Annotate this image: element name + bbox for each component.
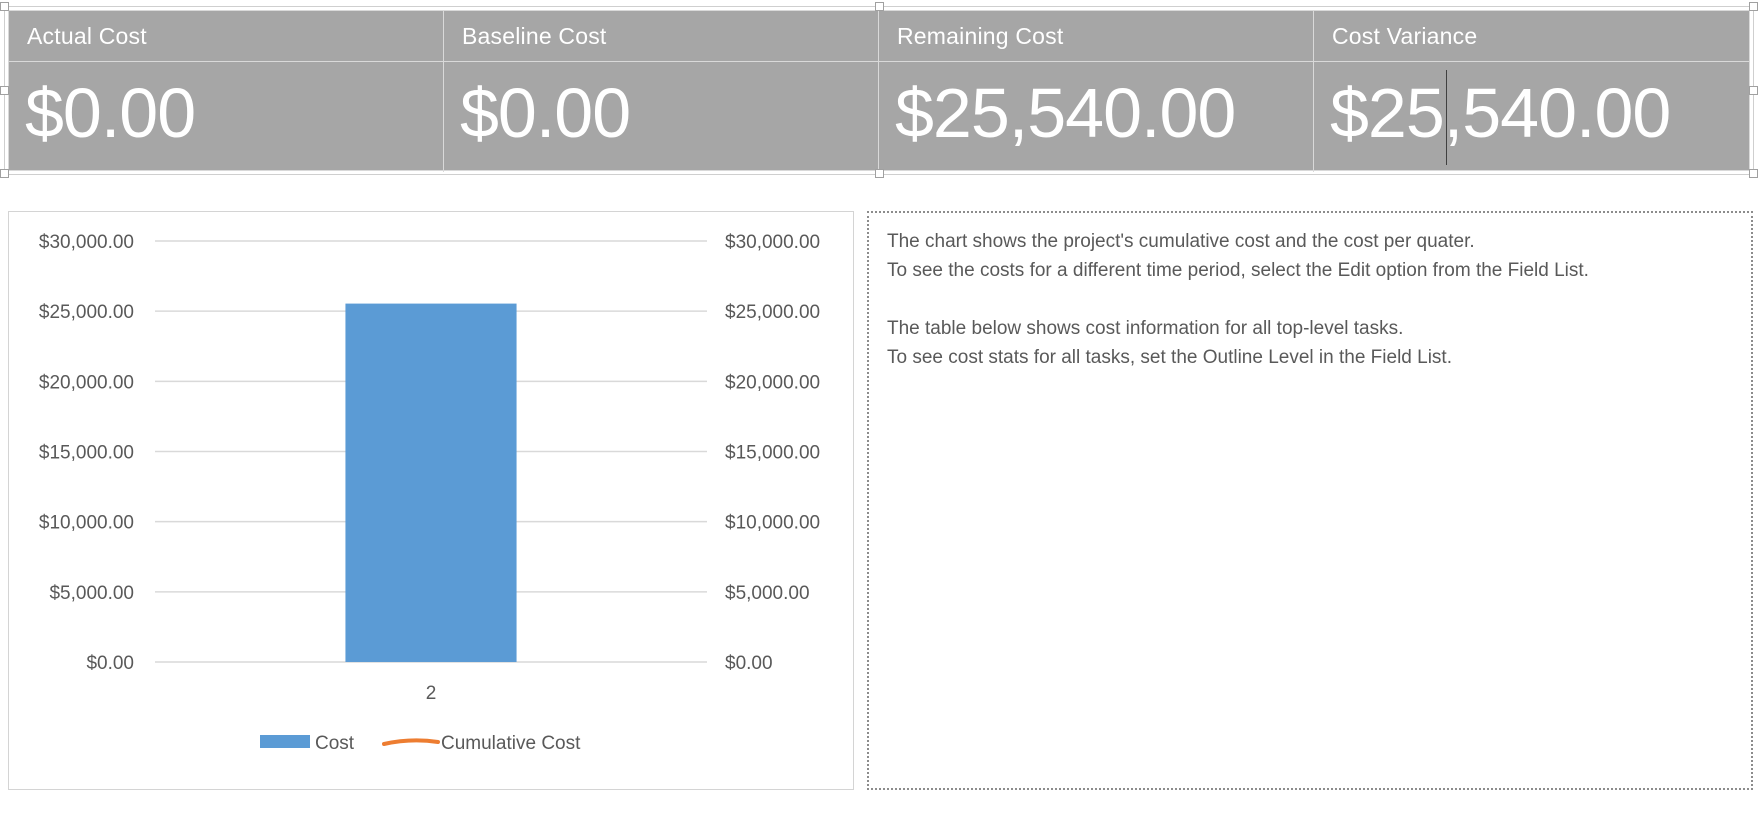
legend-swatch-cost bbox=[260, 735, 310, 748]
resize-handle-bottom-left[interactable] bbox=[0, 169, 9, 178]
cost-chart[interactable]: $0.00 $0.00 $5,000.00 $5,000.00 $10,000.00 $1… bbox=[8, 211, 854, 790]
legend-swatch-cumulative-cost bbox=[382, 738, 440, 746]
resize-handle-top-middle[interactable] bbox=[875, 2, 884, 11]
resize-handle-top-left[interactable] bbox=[0, 2, 9, 11]
resize-handle-top-right[interactable] bbox=[1749, 2, 1758, 11]
actual-cost-header: Actual Cost bbox=[9, 11, 444, 62]
cost-variance-value[interactable]: $25,540.00 bbox=[1314, 62, 1749, 172]
y-axis-left-tick-label: $15,000.00 bbox=[39, 443, 134, 464]
y-axis-right-tick-label: $20,000.00 bbox=[725, 372, 820, 393]
description-line-4: To see cost stats for all tasks, set the… bbox=[887, 347, 1452, 368]
description-text-box[interactable]: The chart shows the project's cumulative… bbox=[867, 211, 1753, 790]
y-axis-left-tick-label: $25,000.00 bbox=[39, 302, 134, 323]
resize-handle-middle-right[interactable] bbox=[1749, 86, 1758, 95]
resize-handle-middle-left[interactable] bbox=[0, 86, 9, 95]
legend-label: Cost bbox=[315, 733, 355, 754]
bar-cost bbox=[345, 303, 517, 662]
y-axis-right-tick-label: $15,000.00 bbox=[725, 443, 820, 464]
x-axis-category-label: 2 bbox=[426, 683, 437, 704]
y-axis-left-tick-label: $5,000.00 bbox=[49, 583, 134, 604]
resize-handle-bottom-middle[interactable] bbox=[875, 169, 884, 178]
description-line-2: To see the costs for a different time pe… bbox=[887, 260, 1589, 281]
text-cursor bbox=[1446, 70, 1447, 165]
description-line-1: The chart shows the project's cumulative… bbox=[887, 231, 1475, 252]
y-axis-left-tick-label: $30,000.00 bbox=[39, 232, 134, 253]
y-axis-right-tick-label: $30,000.00 bbox=[725, 232, 820, 253]
cost-summary-table[interactable]: Actual Cost Baseline Cost Remaining Cost… bbox=[8, 10, 1750, 172]
y-axis-right-tick-label: $25,000.00 bbox=[725, 302, 820, 323]
y-axis-right-tick-label: $0.00 bbox=[725, 653, 773, 674]
actual-cost-value[interactable]: $0.00 bbox=[9, 62, 444, 172]
baseline-cost-value[interactable]: $0.00 bbox=[444, 62, 879, 172]
legend-label: Cumulative Cost bbox=[441, 733, 581, 754]
description-line-3: The table below shows cost information f… bbox=[887, 318, 1404, 339]
remaining-cost-value[interactable]: $25,540.00 bbox=[879, 62, 1314, 172]
y-axis-left-tick-label: $0.00 bbox=[86, 653, 134, 674]
y-axis-left-tick-label: $10,000.00 bbox=[39, 513, 134, 534]
cost-chart-svg: $0.00 $0.00 $5,000.00 $5,000.00 $10,000.00 $1… bbox=[39, 232, 820, 754]
remaining-cost-header: Remaining Cost bbox=[879, 11, 1314, 62]
baseline-cost-header: Baseline Cost bbox=[444, 11, 879, 62]
y-axis-left-tick-label: $20,000.00 bbox=[39, 372, 134, 393]
cost-variance-header: Cost Variance bbox=[1314, 11, 1749, 62]
resize-handle-bottom-right[interactable] bbox=[1749, 169, 1758, 178]
y-axis-right-tick-label: $10,000.00 bbox=[725, 513, 820, 534]
cost-variance-value-text: $25,540.00 bbox=[1330, 74, 1671, 152]
y-axis-right-tick-label: $5,000.00 bbox=[725, 583, 810, 604]
